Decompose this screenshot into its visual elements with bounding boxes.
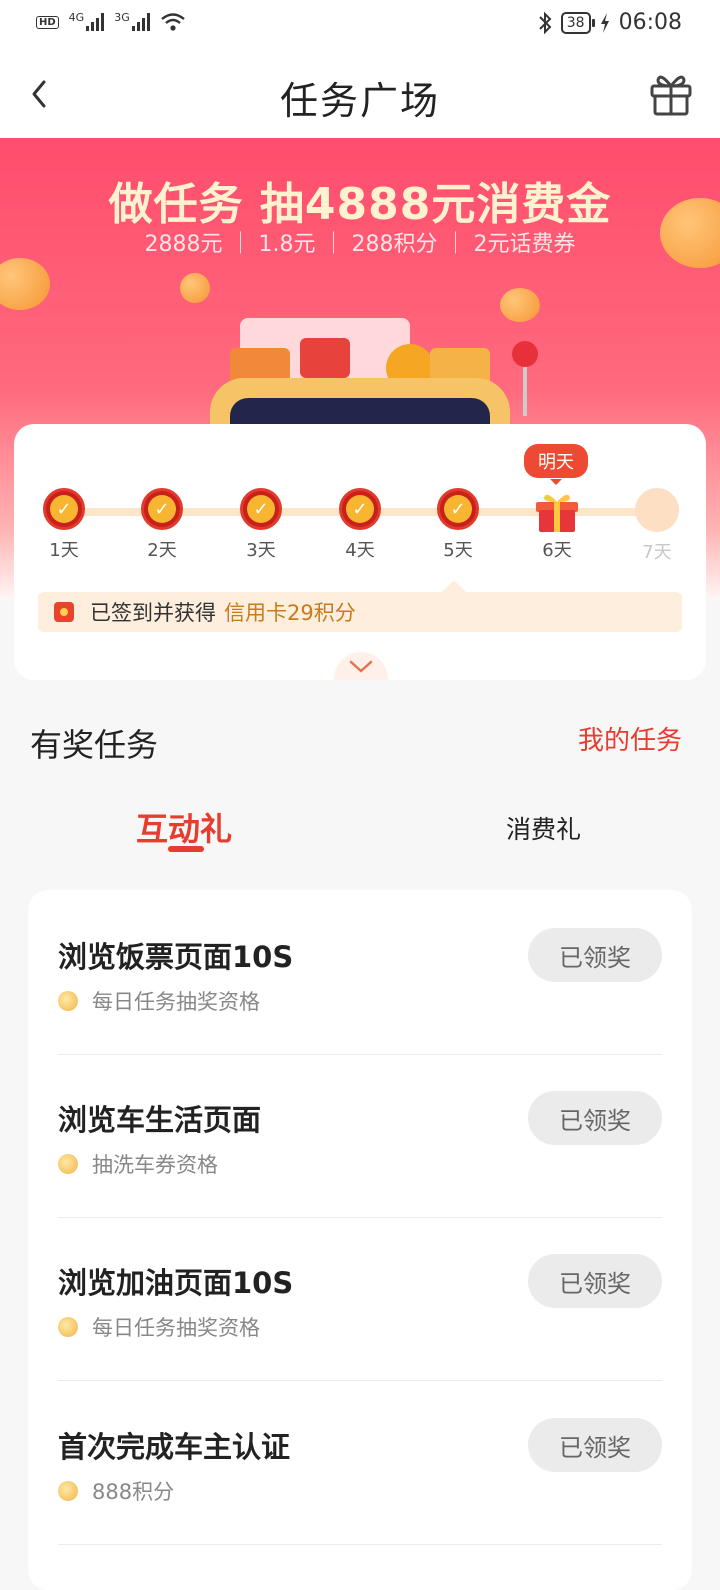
signin-day-3: ✓ 3天	[231, 488, 291, 562]
battery-icon: 38	[560, 11, 595, 34]
bluetooth-icon	[539, 11, 552, 34]
coin-decoration	[0, 258, 50, 310]
day-label: 3天	[246, 540, 276, 561]
net1-label: 4G	[68, 10, 85, 24]
task-title: 首次完成车主认证	[58, 1430, 291, 1464]
signal-icon	[86, 13, 105, 31]
task-list: 浏览饭票页面10S 每日任务抽奖资格 已领奖 浏览车生活页面 抽洗车券资格 已领…	[28, 890, 692, 1590]
notice-reward: 信用卡29积分	[224, 601, 356, 625]
task-item: 首次完成车主认证 888积分 已领奖	[58, 1380, 662, 1545]
checked-icon: ✓	[43, 488, 85, 530]
gift-icon[interactable]	[646, 68, 696, 118]
day-label: 1天	[49, 540, 79, 561]
coin-icon	[58, 991, 78, 1011]
my-tasks-link[interactable]: 我的任务	[578, 720, 682, 757]
claimed-button[interactable]: 已领奖	[528, 928, 662, 982]
signin-day-2: ✓ 2天	[132, 488, 192, 562]
signal-icon-2	[131, 13, 150, 31]
status-left: HD 4G 3G	[36, 10, 186, 32]
lever-icon	[512, 341, 538, 416]
wifi-icon	[160, 13, 185, 31]
signin-card: ✓ 1天 ✓ 2天 ✓ 3天 ✓ 4天 ✓ 5天 明天 6天 7天 已签到并获得…	[14, 424, 706, 680]
chevron-down-icon	[349, 660, 373, 673]
notice-text: 已签到并获得	[90, 601, 216, 625]
status-bar: HD 4G 3G 38 06:08	[0, 0, 720, 52]
banner-subtitle: 2888元 ｜ 1.8元 ｜ 288积分 ｜ 2元话费券	[144, 232, 576, 257]
signin-day-7: 7天	[627, 488, 687, 564]
task-title: 浏览车生活页面	[58, 1103, 262, 1137]
checked-icon: ✓	[240, 488, 282, 530]
page-title: 任务广场	[279, 79, 440, 123]
status-right: 38 06:08	[537, 10, 682, 35]
tab-consumption-gift[interactable]: 消费礼	[506, 810, 581, 846]
signin-day-4: ✓ 4天	[330, 488, 390, 562]
task-reward-text: 每日任务抽奖资格	[92, 990, 260, 1014]
task-item: 浏览车生活页面 抽洗车券资格 已领奖	[58, 1053, 662, 1218]
task-title: 浏览饭票页面10S	[58, 940, 294, 974]
hd-icon: HD	[36, 15, 59, 29]
net2-label: 3G	[114, 10, 130, 24]
task-reward-text: 每日任务抽奖资格	[92, 1316, 260, 1340]
expand-toggle[interactable]	[334, 652, 388, 680]
day-label: 4天	[345, 540, 375, 561]
tomorrow-badge: 明天	[524, 444, 588, 485]
clock: 06:08	[618, 10, 682, 35]
task-reward: 每日任务抽奖资格	[58, 1312, 260, 1342]
tab-interactive-gift[interactable]: 互动礼	[136, 804, 232, 850]
signin-day-6: 6天	[527, 488, 587, 562]
task-item: 浏览饭票页面10S 每日任务抽奖资格 已领奖	[58, 890, 662, 1055]
signin-notice: 已签到并获得 信用卡29积分	[38, 592, 682, 632]
section-title: 有奖任务	[30, 726, 159, 764]
banner-title: 做任务 抽4888元消费金	[108, 179, 612, 230]
checked-icon: ✓	[141, 488, 183, 530]
charging-icon	[600, 12, 609, 33]
claimed-button[interactable]: 已领奖	[528, 1418, 662, 1472]
task-reward: 888积分	[58, 1476, 174, 1506]
task-reward-text: 888积分	[92, 1480, 175, 1504]
claimed-button[interactable]: 已领奖	[528, 1091, 662, 1145]
coin-icon	[58, 1317, 78, 1337]
future-day-icon	[635, 488, 679, 532]
notice-pointer	[442, 580, 466, 592]
task-reward: 抽洗车券资格	[58, 1149, 218, 1179]
coin-icon	[58, 1154, 78, 1174]
nav-bar: 任务广场	[0, 52, 720, 138]
day-label: 2天	[147, 540, 177, 561]
task-title: 浏览加油页面10S	[58, 1266, 294, 1300]
red-packet-icon	[54, 602, 74, 622]
task-reward: 每日任务抽奖资格	[58, 986, 260, 1016]
task-reward-text: 抽洗车券资格	[92, 1153, 218, 1177]
day-label: 7天	[642, 542, 672, 563]
checked-icon: ✓	[339, 488, 381, 530]
signin-day-1: ✓ 1天	[34, 488, 94, 562]
day-label: 6天	[542, 540, 572, 561]
day-label: 5天	[443, 540, 473, 561]
coin-decoration	[180, 273, 210, 303]
coin-decoration	[500, 288, 540, 322]
coin-icon	[58, 1481, 78, 1501]
tab-active-indicator	[168, 846, 204, 852]
checked-icon: ✓	[437, 488, 479, 530]
signin-day-5: ✓ 5天	[428, 488, 488, 562]
task-item: 浏览加油页面10S 每日任务抽奖资格 已领奖	[58, 1216, 662, 1381]
claimed-button[interactable]: 已领奖	[528, 1254, 662, 1308]
